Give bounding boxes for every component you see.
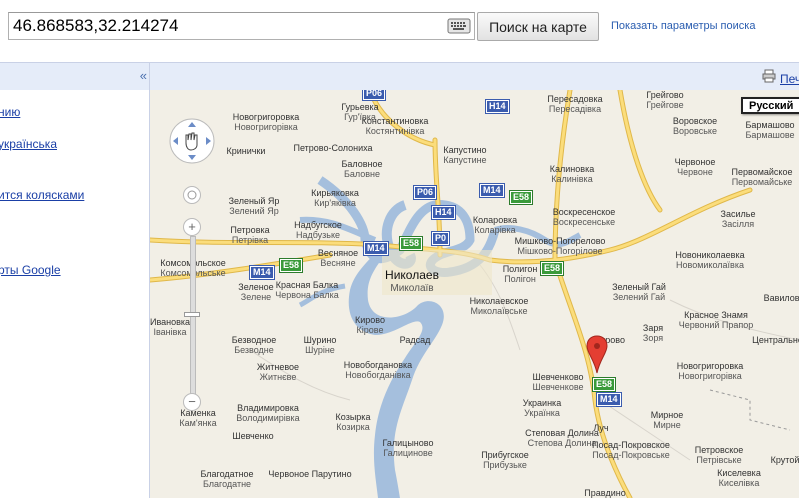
- place-label: Зеленое Зелене: [238, 282, 274, 302]
- place-label: Калиновка Калинівка: [549, 164, 595, 184]
- search-input[interactable]: [13, 15, 433, 37]
- keyboard-icon[interactable]: [446, 15, 472, 37]
- place-label: Бармашово Бармашове: [745, 120, 795, 140]
- sidebar-link[interactable]: рты Google: [0, 263, 61, 277]
- place-label: Новогригоровка Новогригорівка: [232, 112, 300, 132]
- place-label: Центральное: [752, 335, 799, 345]
- place-label: Грейгово Грейгове: [646, 90, 684, 110]
- road-shield: М14: [364, 242, 388, 255]
- place-label: Первомайское Первомайське: [731, 167, 793, 187]
- road-shield: E58: [593, 378, 616, 391]
- map-canvas[interactable]: Гурьевка Гур'ївка Новогригоровка Новогриго…: [150, 90, 799, 498]
- sidebar-link[interactable]: нию: [0, 105, 20, 119]
- place-label: Пересадовка Пересадівка: [547, 94, 603, 114]
- place-label: Зеленый Гай Зелений Гай: [612, 282, 666, 302]
- place-label: Безводное Безводне: [231, 335, 277, 355]
- road-shield: E58: [541, 262, 564, 275]
- place-label: Петрово-Солониха: [293, 143, 373, 153]
- show-search-params-link[interactable]: Показать параметры поиска: [611, 20, 755, 32]
- pan-control-icon[interactable]: [168, 117, 216, 165]
- language-selector[interactable]: Русский: [741, 97, 799, 114]
- place-label: Житневое Житнєве: [256, 362, 300, 382]
- place-label: Вавилово: [763, 293, 799, 303]
- place-label: Крутой: [770, 455, 799, 465]
- place-label: Заря Зоря: [642, 323, 664, 343]
- location-marker-icon[interactable]: [586, 335, 608, 375]
- place-label: Посад-Покровское Посад-Покровське: [592, 440, 670, 460]
- sidebar-header: «: [0, 62, 149, 90]
- sidebar: « нию українська ится колясками рты Goog…: [0, 62, 150, 498]
- print-icon: [762, 69, 776, 88]
- zoom-out-button[interactable]: −: [183, 393, 201, 411]
- search-bar: Поиск на карте Показать параметры поиска: [0, 0, 799, 62]
- place-label: Петровка Петрівка: [230, 225, 270, 245]
- place-label: Кринички: [226, 146, 266, 156]
- road-shield: М14: [480, 184, 504, 197]
- road-shield: E58: [510, 191, 533, 204]
- place-label: Радсад: [399, 335, 431, 345]
- road-shield: H14: [432, 206, 455, 219]
- road-shield: Р0: [432, 232, 450, 245]
- road-shield: H14: [486, 100, 509, 113]
- collapse-sidebar-icon[interactable]: «: [140, 69, 147, 83]
- place-label: Владимировка Володимирівка: [236, 403, 300, 423]
- place-label: Засилье Засілля: [720, 209, 756, 229]
- place-label: Полигон Полігон: [502, 264, 538, 284]
- place-label: Каменка Кам'янка: [179, 408, 217, 428]
- place-label: Прибугское Прибузьке: [481, 450, 529, 470]
- place-label: Новониколаевка Новомиколаївка: [675, 250, 745, 270]
- place-label: Червоное Червоне: [674, 157, 716, 177]
- place-label: Мишково-Погорелово Мішково-Погорілове: [514, 236, 606, 256]
- city-label-nikolaev: Николаев Миколаїв: [385, 268, 439, 295]
- place-label: Шевченко: [232, 431, 274, 441]
- street-view-icon[interactable]: [183, 186, 201, 204]
- place-label: Красная Балка Червона Балка: [275, 280, 339, 300]
- place-label: Воровское Воровське: [672, 116, 718, 136]
- print-link[interactable]: Печ: [762, 69, 799, 88]
- place-label: Шурино Шуріне: [303, 335, 337, 355]
- print-label: Печ: [780, 71, 799, 86]
- place-label: Воскресенское Воскресенське: [552, 207, 616, 227]
- sidebar-link[interactable]: ится колясками: [0, 188, 84, 202]
- place-label: Козырка Козирка: [335, 412, 371, 432]
- road-shield: Р06: [363, 90, 386, 100]
- place-label: Новобогдановка Новобогданівка: [343, 360, 413, 380]
- place-label: Николаевское Миколаївське: [469, 296, 529, 316]
- zoom-slider-track[interactable]: [190, 236, 196, 398]
- place-label: Киселевка Киселівка: [717, 468, 761, 488]
- road-shield: E58: [400, 237, 423, 250]
- place-label: Красное Знамя Червоний Прапор: [678, 310, 754, 330]
- road-shield: М14: [597, 393, 621, 406]
- place-label: Надбугское Надбузьке: [294, 220, 342, 240]
- place-label: Шевченково Шевченкове: [532, 372, 584, 392]
- place-label: Благодатное Благодатне: [200, 469, 254, 489]
- place-label: Червоное Парутино: [268, 469, 352, 479]
- road-shield: Р06: [414, 186, 437, 199]
- place-label: Капустино Капустине: [443, 145, 487, 165]
- zoom-in-button[interactable]: +: [183, 218, 201, 236]
- search-on-map-button[interactable]: Поиск на карте: [477, 12, 599, 41]
- place-label: Галицыново Галицинове: [382, 438, 434, 458]
- place-label: Константиновка Костянтинівка: [361, 116, 429, 136]
- place-label: Степовая Долина Степова Долина: [525, 428, 599, 448]
- place-label: Новогригоровка Новогригорівка: [676, 361, 744, 381]
- place-label: Коларовка Коларівка: [472, 215, 518, 235]
- place-label: Кирьяковка Кир'яківка: [311, 188, 359, 208]
- road-shield: E58: [280, 259, 303, 272]
- place-label: Петровское Петрівське: [694, 445, 744, 465]
- place-label: Правдино: [584, 488, 626, 498]
- road-shield: М14: [250, 266, 274, 279]
- place-label: Зеленый Яр Зелений Яр: [228, 196, 280, 216]
- zoom-slider-thumb[interactable]: [184, 312, 200, 317]
- place-label: Весняное Весняне: [317, 248, 359, 268]
- place-label: Кирово Кірове: [355, 315, 385, 335]
- search-box: [8, 12, 475, 40]
- map-header: Печ: [150, 62, 799, 90]
- place-label: Украинка Українка: [522, 398, 562, 418]
- sidebar-link[interactable]: українська: [0, 137, 57, 151]
- place-label: Ивановка Іванівка: [150, 317, 191, 337]
- place-label: Баловное Баловне: [341, 159, 383, 179]
- place-label: Мирное Мирне: [650, 410, 684, 430]
